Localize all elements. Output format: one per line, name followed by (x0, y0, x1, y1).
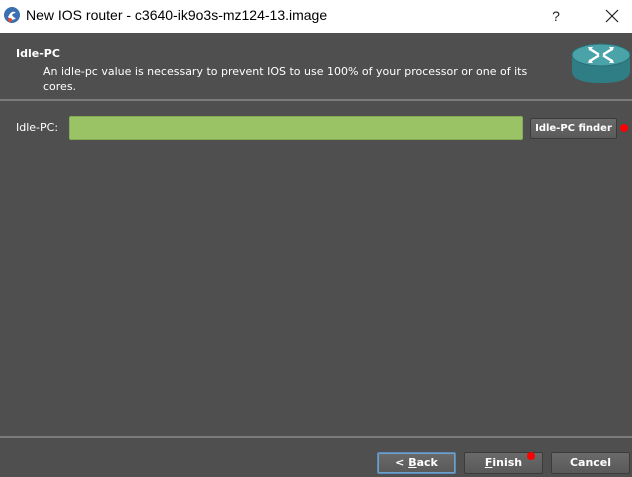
idle-pc-label: Idle-PC: (16, 121, 59, 134)
click-marker-dot (620, 124, 628, 132)
close-button[interactable] (598, 4, 626, 28)
idle-pc-finder-button[interactable]: Idle-PC finder (530, 118, 617, 139)
finish-label-rest: inish (492, 456, 523, 469)
back-mnemonic: B (408, 456, 417, 469)
click-marker-dot (527, 452, 535, 460)
wizard-window: New IOS router - c3640-ik9o3s-mz124-13.i… (0, 0, 632, 477)
gns3-icon (4, 7, 20, 23)
back-prefix: < (395, 456, 409, 469)
title-bar: New IOS router - c3640-ik9o3s-mz124-13.i… (0, 0, 632, 33)
header-divider (0, 99, 632, 101)
back-button[interactable]: < Back (377, 452, 456, 474)
page-title: Idle-PC (16, 47, 60, 60)
router-icon (571, 43, 631, 83)
back-label-rest: ack (416, 456, 438, 469)
help-button[interactable]: ? (543, 4, 569, 28)
cancel-button[interactable]: Cancel (551, 452, 630, 474)
idle-pc-input[interactable] (69, 116, 523, 140)
footer-divider (0, 436, 632, 438)
wizard-header: Idle-PC An idle-pc value is necessary to… (0, 33, 632, 99)
close-icon (605, 9, 619, 23)
page-subtitle: An idle-pc value is necessary to prevent… (43, 65, 528, 93)
window-title: New IOS router - c3640-ik9o3s-mz124-13.i… (26, 7, 328, 23)
